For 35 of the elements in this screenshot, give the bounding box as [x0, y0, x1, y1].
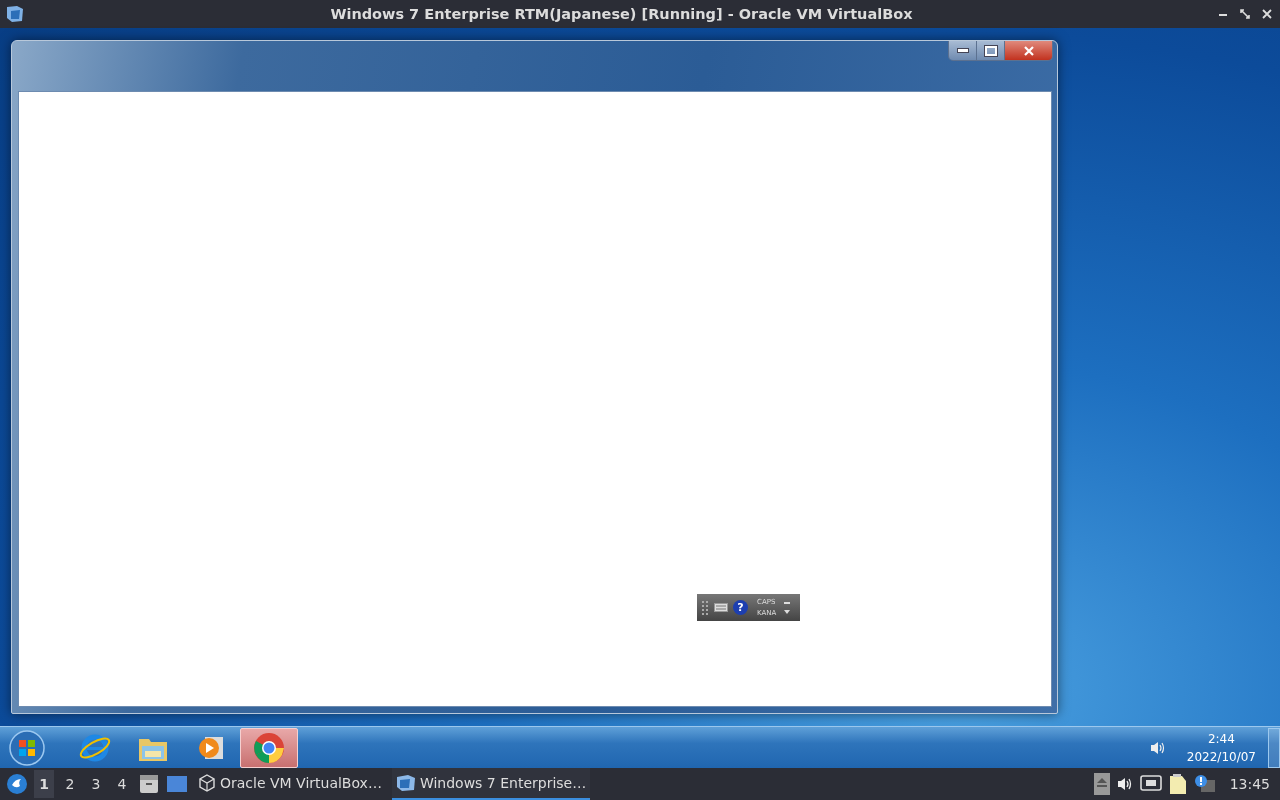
workspace-button[interactable]: 3	[86, 770, 106, 798]
grip-icon[interactable]	[701, 599, 709, 616]
task-button[interactable]: Oracle VM VirtualBox…	[194, 768, 386, 800]
chrome-logo-icon	[253, 731, 285, 764]
clock[interactable]: 13:45	[1229, 776, 1270, 792]
network-port-icon[interactable]	[1139, 775, 1162, 793]
bird-logo-icon[interactable]	[6, 773, 28, 795]
maximize-button[interactable]	[977, 41, 1005, 60]
workspace-button[interactable]: 4	[112, 770, 132, 798]
clock-date: 2022/10/07	[1186, 748, 1256, 766]
minimize-button[interactable]	[949, 41, 977, 60]
notification-icon[interactable]	[1193, 774, 1216, 794]
virtualbox-logo-icon	[5, 4, 25, 24]
close-button[interactable]	[1005, 41, 1052, 60]
virtual-machine-icon	[395, 774, 416, 792]
close-icon[interactable]	[1262, 9, 1272, 19]
start-orb-icon[interactable]	[8, 728, 46, 767]
workspace-button[interactable]: 1	[34, 770, 54, 798]
clock[interactable]: 2:44 2022/10/07	[1186, 729, 1256, 766]
task-button[interactable]: Windows 7 Enterprise…	[391, 768, 591, 800]
cube-icon	[198, 774, 216, 792]
speaker-icon[interactable]	[1115, 776, 1134, 792]
maximize-icon[interactable]	[1240, 9, 1250, 19]
desktop-icon[interactable]	[166, 775, 188, 793]
taskbar-app-button[interactable]	[240, 727, 298, 768]
window-title: Windows 7 Enterprise RTM(Japanese) [Running] - Oracle VM VirtualBox	[329, 6, 914, 22]
eject-icon[interactable]	[1093, 773, 1110, 795]
file-cabinet-icon[interactable]	[138, 774, 160, 794]
clock-time: 2:44	[1207, 730, 1235, 748]
notes-icon[interactable]	[1167, 773, 1188, 795]
help-button[interactable]: ?	[733, 600, 748, 615]
workspace-button[interactable]: 2	[60, 770, 80, 798]
minimize-icon[interactable]	[784, 601, 791, 605]
dropdown-icon[interactable]	[784, 609, 791, 614]
close-icon	[1022, 45, 1035, 56]
